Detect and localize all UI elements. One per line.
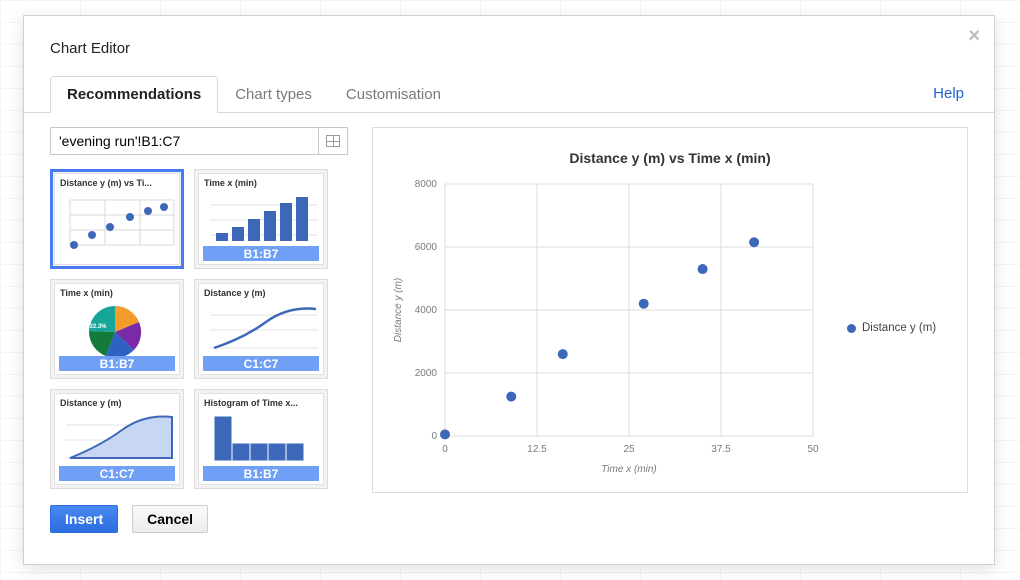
grid-icon (326, 135, 340, 147)
svg-text:Time x (min): Time x (min) (601, 464, 656, 475)
insert-button[interactable]: Insert (50, 505, 118, 533)
tab-customisation[interactable]: Customisation (329, 76, 458, 113)
thumb-range-strip: B1:B7 (59, 356, 175, 371)
data-range-input[interactable] (50, 127, 318, 155)
svg-text:4000: 4000 (415, 305, 438, 316)
chart-preview-panel: Distance y (m) vs Time x (min) 0 12.5 25 37… (372, 127, 968, 493)
chart-thumb-pie[interactable]: Time x (min) 32.3% B1:B7 (50, 279, 184, 379)
svg-text:Distance y (m): Distance y (m) (393, 278, 404, 342)
chart-thumb-bar[interactable]: Time x (min) B1:B7 (194, 169, 328, 269)
svg-text:6000: 6000 (415, 242, 438, 253)
svg-text:2000: 2000 (415, 368, 438, 379)
dialog-title: Chart Editor (24, 16, 994, 75)
close-icon[interactable]: × (968, 26, 980, 46)
thumb-range-strip: B1:B7 (203, 466, 319, 481)
chart-preview: 0 12.5 25 37.5 50 0 2000 4000 6000 8000 Time x (mi… (387, 178, 827, 478)
tab-chart-types[interactable]: Chart types (218, 76, 329, 113)
cancel-button[interactable]: Cancel (132, 505, 208, 533)
svg-text:8000: 8000 (415, 179, 438, 190)
left-panel: Distance y (m) vs Ti... (50, 127, 348, 493)
thumb-range-strip: C1:C7 (59, 466, 175, 481)
svg-text:0: 0 (431, 431, 437, 442)
svg-text:25: 25 (623, 444, 635, 455)
help-link[interactable]: Help (929, 76, 968, 112)
chart-legend-item: Distance y (m) (847, 178, 936, 478)
svg-text:12.5: 12.5 (527, 444, 547, 455)
chart-thumb-line[interactable]: Distance y (m) C1:C7 (194, 279, 328, 379)
chart-thumb-histogram[interactable]: Histogram of Time x... B1:B7 (194, 389, 328, 489)
legend-marker-icon (847, 324, 856, 333)
tabs: Recommendations Chart types Customisatio… (24, 75, 994, 113)
svg-text:32.3%: 32.3% (89, 324, 107, 330)
thumb-range-strip: C1:C7 (203, 356, 319, 371)
chart-thumb-area[interactable]: Distance y (m) C1:C7 (50, 389, 184, 489)
svg-text:0: 0 (442, 444, 448, 455)
chart-title: Distance y (m) vs Time x (min) (387, 150, 953, 166)
svg-text:50: 50 (807, 444, 819, 455)
chart-editor-dialog: × Chart Editor Recommendations Chart typ… (23, 15, 995, 565)
svg-text:37.5: 37.5 (711, 444, 731, 455)
chart-thumb-scatter[interactable]: Distance y (m) vs Ti... (50, 169, 184, 269)
tab-recommendations[interactable]: Recommendations (50, 76, 218, 113)
thumb-range-strip: B1:B7 (203, 246, 319, 261)
select-range-button[interactable] (318, 127, 348, 155)
